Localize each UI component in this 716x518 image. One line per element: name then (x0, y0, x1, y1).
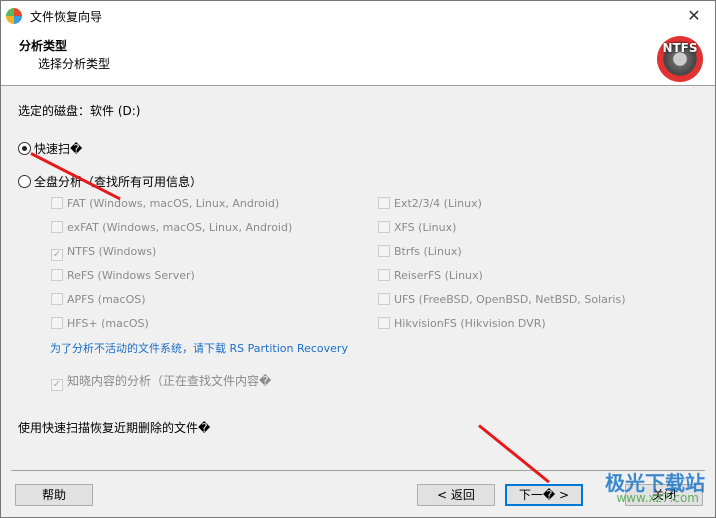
checkbox-label: NTFS (Windows) (67, 245, 157, 258)
window-title: 文件恢复向导 (30, 9, 103, 24)
checkbox-fs[interactable]: HikvisionFS (Hikvision DVR) (378, 317, 626, 341)
annotation-arrow (478, 424, 550, 484)
checkbox-icon (51, 293, 63, 305)
radio-quick-scan[interactable]: 快速扫� (18, 140, 82, 157)
checkbox-icon: ✓ (51, 379, 63, 391)
checkbox-label: exFAT (Windows, macOS, Linux, Android) (67, 221, 293, 234)
radio-icon (18, 142, 31, 155)
ntfs-logo: NTFS (657, 36, 703, 82)
description-text: 使用快速扫描恢复近期删除的文件� (18, 421, 211, 435)
radio-icon (18, 175, 31, 188)
checkbox-label: UFS (FreeBSD, OpenBSD, NetBSD, Solaris) (394, 293, 626, 306)
wizard-header: 分析类型 选择分析类型 NTFS (1, 31, 715, 86)
radio-label: 全盘分析（查找所有可用信息） (34, 175, 203, 189)
checkbox-icon (378, 221, 390, 233)
checkbox-icon (378, 293, 390, 305)
watermark-url: www.xz7.com (616, 491, 699, 505)
checkbox-label: 知晓内容的分析（正在查找文件内容� (67, 374, 272, 388)
checkbox-icon (378, 197, 390, 209)
checkbox-icon (51, 317, 63, 329)
checkbox-label: Ext2/3/4 (Linux) (394, 197, 482, 210)
checkbox-fs[interactable]: ReFS (Windows Server) (51, 269, 292, 293)
app-icon (6, 8, 22, 24)
checkbox-fs[interactable]: FAT (Windows, macOS, Linux, Android) (51, 197, 292, 221)
checkbox-icon (51, 269, 63, 281)
checkbox-label: HFS+ (macOS) (67, 317, 149, 330)
checkbox-fs[interactable]: ReiserFS (Linux) (378, 269, 626, 293)
checkbox-fs[interactable]: UFS (FreeBSD, OpenBSD, NetBSD, Solaris) (378, 293, 626, 317)
close-icon[interactable]: ✕ (679, 5, 709, 27)
download-link[interactable]: 为了分析不活动的文件系统，请下载 RS Partition Recovery (50, 340, 348, 356)
page-subtitle: 选择分析类型 (38, 57, 111, 71)
back-button[interactable]: < 返回 (417, 484, 495, 506)
checkbox-fs[interactable]: HFS+ (macOS) (51, 317, 292, 341)
checkbox-label: APFS (macOS) (67, 293, 146, 306)
checkbox-label: HikvisionFS (Hikvision DVR) (394, 317, 546, 330)
page-title: 分析类型 (19, 39, 68, 53)
checkbox-icon (378, 269, 390, 281)
checkbox-fs[interactable]: ✓ NTFS (Windows) (51, 245, 292, 269)
divider (11, 470, 705, 471)
checkbox-label: Btrfs (Linux) (394, 245, 462, 258)
checkbox-label: FAT (Windows, macOS, Linux, Android) (67, 197, 280, 210)
checkbox-icon: ✓ (51, 249, 63, 261)
checkbox-label: ReFS (Windows Server) (67, 269, 195, 282)
checkbox-fs[interactable]: APFS (macOS) (51, 293, 292, 317)
radio-full-analysis[interactable]: 全盘分析（查找所有可用信息） (18, 173, 202, 190)
checkbox-fs[interactable]: XFS (Linux) (378, 221, 626, 245)
wizard-window: 文件恢复向导 ✕ 分析类型 选择分析类型 NTFS 选定的磁盘：软件 (D:) … (0, 0, 716, 518)
checkbox-icon (378, 317, 390, 329)
next-button[interactable]: 下一� > (505, 484, 583, 506)
title-bar: 文件恢复向导 ✕ (1, 1, 715, 31)
checkbox-label: XFS (Linux) (394, 221, 457, 234)
selected-disk-label: 选定的磁盘：软件 (D:) (18, 104, 141, 118)
checkbox-icon (51, 221, 63, 233)
help-button[interactable]: 帮助 (15, 484, 93, 506)
checkbox-fs[interactable]: exFAT (Windows, macOS, Linux, Android) (51, 221, 292, 245)
radio-label: 快速扫� (34, 142, 83, 156)
checkbox-fs[interactable]: Ext2/3/4 (Linux) (378, 197, 626, 221)
checkbox-fs[interactable]: Btrfs (Linux) (378, 245, 626, 269)
checkbox-icon (378, 245, 390, 257)
checkbox-icon (51, 197, 63, 209)
checkbox-content-analysis[interactable]: ✓ 知晓内容的分析（正在查找文件内容� (51, 372, 271, 391)
checkbox-label: ReiserFS (Linux) (394, 269, 483, 282)
